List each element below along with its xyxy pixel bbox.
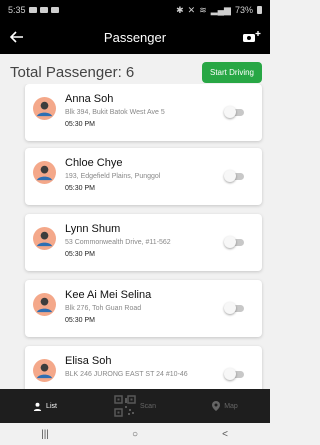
app-bar: Passenger [0, 20, 270, 54]
passenger-address: Blk 276, Toh Guan Road [65, 305, 142, 312]
passenger-name: Anna Soh [65, 93, 114, 105]
passenger-card[interactable]: Chloe Chye 193, Edgefield Plains, Punggo… [25, 148, 262, 205]
pickup-time: 05:30 PM [65, 251, 95, 258]
pickup-time: 05:30 PM [65, 121, 95, 128]
passenger-address: 193, Edgefield Plains, Punggol [65, 173, 161, 180]
passenger-list[interactable]: Anna Soh Blk 394, Bukit Batok West Ave 5… [0, 84, 270, 389]
wifi-icon: ≋ [199, 4, 207, 15]
back-button[interactable] [2, 20, 32, 54]
tab-scan-label: Scan [140, 402, 156, 410]
notification-icon-2 [50, 7, 59, 13]
page-title: Passenger [103, 29, 167, 45]
bluetooth-icon: ✱ [176, 4, 184, 15]
battery-icon [257, 6, 262, 14]
passenger-address: 53 Commonwealth Drive, #11-562 [65, 239, 171, 246]
passenger-name: Elisa Soh [65, 355, 112, 367]
arrow-left-icon [10, 31, 23, 43]
avatar-icon [33, 359, 56, 382]
status-right: ✱ ✕ ≋ ▂▄▆ 73% [176, 5, 262, 16]
system-back-button[interactable]: < [205, 429, 245, 440]
qr-code-icon [114, 395, 136, 417]
avatar-icon [33, 293, 56, 316]
tab-list-label: List [46, 402, 57, 410]
passenger-address: Blk 394, Bukit Batok West Ave 5 [65, 109, 165, 116]
status-bar: 5:35 ✱ ✕ ≋ ▂▄▆ 73% [0, 0, 270, 20]
passenger-toggle[interactable] [224, 302, 246, 314]
passenger-toggle[interactable] [224, 170, 246, 182]
home-button[interactable]: ○ [115, 429, 155, 440]
map-pin-icon [212, 401, 221, 411]
passenger-toggle[interactable] [224, 236, 246, 248]
passenger-toggle[interactable] [224, 106, 246, 118]
recents-button[interactable]: ||| [25, 429, 65, 440]
message-icon [28, 7, 37, 13]
avatar-icon [33, 161, 56, 184]
share-button[interactable] [242, 29, 262, 45]
signal-icon: ▂▄▆ [210, 4, 231, 15]
pickup-time: 05:30 PM [65, 317, 95, 324]
tab-map-label: Map [224, 402, 238, 410]
status-time: 5:35 [8, 5, 26, 15]
status-left: 5:35 [8, 5, 59, 15]
tab-list[interactable]: List [0, 389, 90, 423]
passenger-card[interactable]: Anna Soh Blk 394, Bukit Batok West Ave 5… [25, 84, 262, 141]
passenger-toggle[interactable] [224, 368, 246, 380]
passenger-address: BLK 246 JURONG EAST ST 24 #10-46 [65, 371, 188, 378]
tab-map[interactable]: Map [180, 389, 270, 423]
system-nav-bar: ||| ○ < [0, 423, 270, 445]
pickup-time: 05:30 PM [65, 185, 95, 192]
battery-percent: 73% [234, 5, 253, 15]
passenger-name: Lynn Shum [65, 223, 121, 235]
share-icon [243, 31, 261, 42]
tab-scan[interactable]: Scan [90, 389, 180, 423]
bottom-tab-bar: List Scan Map [0, 389, 270, 423]
passenger-name: Chloe Chye [65, 157, 123, 169]
passenger-name: Kee Ai Mei Selina [65, 289, 152, 301]
mute-icon: ✕ [187, 4, 196, 15]
passenger-card[interactable]: Kee Ai Mei Selina Blk 276, Toh Guan Road… [25, 280, 262, 337]
start-driving-button[interactable]: Start Driving [201, 61, 262, 83]
passenger-card[interactable]: Elisa Soh BLK 246 JURONG EAST ST 24 #10-… [25, 346, 262, 389]
person-icon [33, 402, 42, 411]
avatar-icon [33, 97, 56, 120]
total-passenger-label: Total Passenger: 6 [10, 63, 135, 81]
notification-icon [39, 7, 48, 13]
passenger-card[interactable]: Lynn Shum 53 Commonwealth Drive, #11-562… [25, 214, 262, 271]
avatar-icon [33, 227, 56, 250]
